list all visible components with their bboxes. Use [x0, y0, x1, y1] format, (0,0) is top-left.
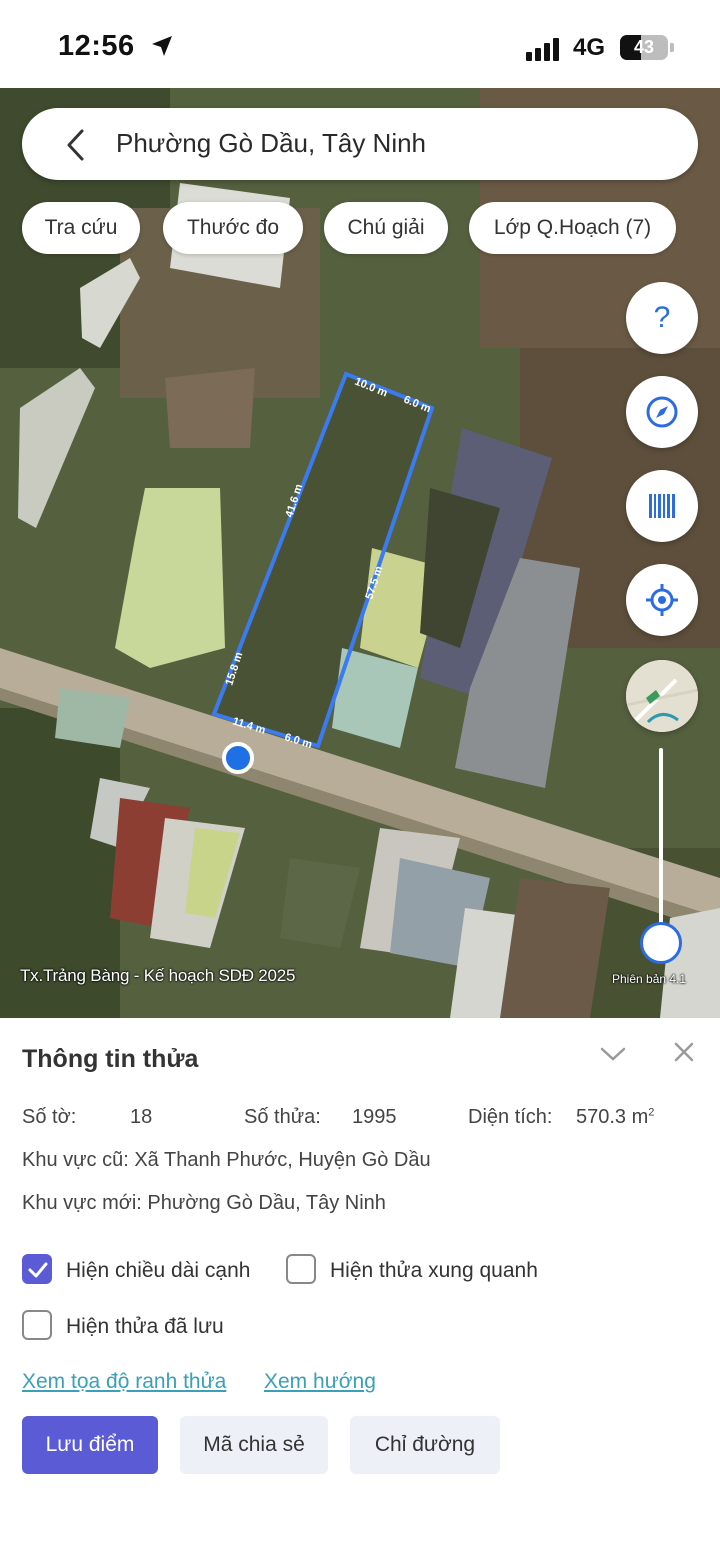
so-thua-label: Số thửa:	[244, 1106, 321, 1128]
check-icon	[28, 1262, 48, 1278]
edge-label-bottom-a: 11.4 m	[231, 715, 267, 736]
dien-tich-value: 570.3 m	[576, 1106, 649, 1128]
search-location-text[interactable]: Phường Gò Dầu, Tây Ninh	[116, 128, 426, 159]
help-button[interactable]: ?	[626, 282, 698, 354]
checkbox-hien-thua-xung-quanh[interactable]	[286, 1254, 316, 1284]
dien-tich-unit-sup: 2	[648, 1106, 655, 1119]
battery-percent: 43	[633, 37, 655, 57]
zoom-slider-knob[interactable]	[640, 922, 682, 964]
chip-chu-giai[interactable]: Chú giải	[324, 202, 448, 254]
locate-button[interactable]	[626, 564, 698, 636]
label-hien-thua-da-luu[interactable]: Hiện thửa đã lưu	[66, 1315, 224, 1339]
chip-lop-quy-hoach[interactable]: Lớp Q.Hoạch (7)	[469, 202, 676, 254]
share-code-button[interactable]: Mã chia sẻ	[180, 1416, 328, 1474]
locate-icon	[646, 584, 678, 616]
label-hien-thua-xung-quanh[interactable]: Hiện thửa xung quanh	[330, 1259, 538, 1283]
location-arrow-icon	[152, 36, 172, 56]
label-hien-chieu-dai-canh[interactable]: Hiện chiều dài cạnh	[66, 1259, 250, 1283]
panel-title: Thông tin thửa	[22, 1045, 199, 1073]
checkbox-hien-chieu-dai-canh[interactable]	[22, 1254, 52, 1284]
chevron-down-icon[interactable]	[598, 1044, 628, 1064]
so-to-label: Số tờ:	[22, 1106, 77, 1128]
chip-tra-cuu[interactable]: Tra cứu	[22, 202, 140, 254]
map-caption: Tx.Trảng Bàng - Kế hoạch SDĐ 2025	[20, 966, 296, 985]
compass-icon	[646, 396, 678, 428]
battery-icon: 43	[620, 35, 668, 60]
close-icon[interactable]	[672, 1040, 696, 1064]
so-to-value: 18	[130, 1106, 153, 1128]
khu-vuc-cu: Khu vực cũ: Xã Thanh Phước, Huyện Gò Dầu	[22, 1149, 431, 1171]
link-xem-huong[interactable]: Xem hướng	[264, 1370, 376, 1394]
link-xem-toa-do[interactable]: Xem tọa độ ranh thửa	[22, 1370, 226, 1394]
edge-label-right: 57.5 m	[363, 564, 385, 600]
status-time: 12:56	[58, 30, 135, 62]
edge-label-top-b: 6.0 m	[402, 394, 433, 416]
search-bar[interactable]: Phường Gò Dầu, Tây Ninh	[22, 108, 698, 180]
current-location-marker[interactable]	[222, 742, 254, 774]
network-type: 4G	[573, 34, 606, 61]
minimap-icon	[626, 660, 698, 732]
save-point-button[interactable]: Lưu điểm	[22, 1416, 158, 1474]
barcode-icon	[649, 494, 675, 518]
zoom-slider-track[interactable]	[659, 748, 663, 940]
status-bar: 12:56 4G 43	[0, 0, 720, 88]
back-arrow-icon[interactable]	[62, 128, 92, 162]
checkbox-hien-thua-da-luu[interactable]	[22, 1310, 52, 1340]
signal-icon	[526, 37, 564, 61]
parcel-info-panel: Thông tin thửa Số tờ: 18 Số thửa: 1995 D…	[0, 1018, 720, 1558]
edge-label-top-a: 10.0 m	[353, 376, 389, 400]
dien-tich-value-wrap: 570.3 m2	[576, 1106, 654, 1129]
barcode-button[interactable]	[626, 470, 698, 542]
edge-label-bottom-b: 6.0 m	[283, 731, 314, 751]
edge-label-left: 41.6 m	[283, 482, 305, 518]
edge-label-left-lower: 15.8 m	[223, 650, 245, 686]
directions-button[interactable]: Chỉ đường	[350, 1416, 500, 1474]
so-thua-value: 1995	[352, 1106, 397, 1128]
help-icon: ?	[653, 301, 671, 334]
chip-thuoc-do[interactable]: Thước đo	[163, 202, 303, 254]
map-version: Phiên bản 4.1	[612, 972, 687, 986]
khu-vuc-moi: Khu vực mới: Phường Gò Dầu, Tây Ninh	[22, 1192, 386, 1214]
minimap-button[interactable]	[626, 660, 698, 732]
dien-tich-label: Diện tích:	[468, 1106, 553, 1128]
compass-button[interactable]	[626, 376, 698, 448]
battery-cap	[670, 43, 674, 52]
